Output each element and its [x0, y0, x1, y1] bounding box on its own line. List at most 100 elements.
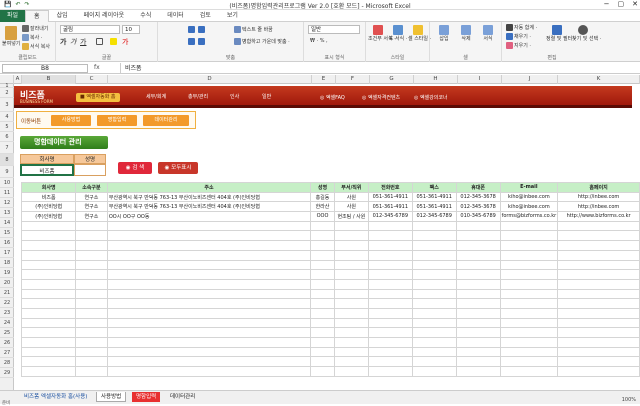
table-cell[interactable] [106, 307, 312, 319]
table-cell[interactable] [557, 288, 640, 300]
table-cell[interactable] [75, 327, 108, 338]
table-cell[interactable] [310, 288, 335, 300]
column-header-d[interactable]: D [108, 75, 312, 84]
table-cell[interactable] [75, 220, 108, 232]
table-cell[interactable] [499, 278, 559, 290]
table-cell[interactable] [411, 366, 457, 377]
table-cell[interactable]: forms@bizforms.co.kr [499, 211, 559, 222]
table-cell[interactable] [411, 220, 457, 232]
column-header-c[interactable]: C [76, 75, 108, 84]
table-cell[interactable] [310, 366, 335, 377]
table-cell[interactable] [367, 220, 413, 232]
row-header[interactable]: 21 [0, 288, 14, 298]
column-header-g[interactable]: G [370, 75, 414, 84]
table-cell[interactable] [106, 278, 312, 290]
table-cell[interactable] [21, 240, 77, 251]
row-header[interactable]: 12 [0, 198, 14, 208]
table-cell[interactable] [75, 317, 108, 329]
table-cell[interactable]: 사원 [333, 191, 369, 203]
table-cell[interactable] [557, 259, 640, 271]
autosum-button[interactable]: 자동 합계 · [506, 24, 537, 31]
bold-button[interactable]: 가 [60, 37, 66, 47]
format-cells-button[interactable]: 서식 [478, 25, 498, 42]
row-header[interactable]: 16 [0, 238, 14, 248]
table-cell[interactable] [106, 269, 312, 280]
table-cell[interactable] [411, 307, 457, 319]
table-cell[interactable] [310, 317, 335, 329]
table-cell[interactable] [333, 249, 369, 261]
row-header[interactable]: 19 [0, 268, 14, 278]
table-cell[interactable] [333, 337, 369, 348]
column-header-f[interactable]: F [336, 75, 370, 84]
table-cell[interactable] [310, 249, 335, 261]
table-cell[interactable] [455, 307, 501, 319]
table-cell[interactable]: OOO [310, 211, 335, 222]
row-header[interactable]: 5 [0, 122, 14, 132]
row-header[interactable]: 13 [0, 208, 14, 218]
table-cell[interactable]: http://www.bizforms.co.kr [557, 211, 640, 222]
table-cell[interactable] [367, 240, 413, 251]
table-cell[interactable] [310, 307, 335, 319]
table-cell[interactable] [455, 240, 501, 251]
table-cell[interactable]: 012-345-6789 [411, 211, 457, 222]
sheet-tab-data[interactable]: 데이터관리 [166, 392, 199, 402]
card-input-button[interactable]: 명함입력 [97, 115, 137, 126]
table-cell[interactable] [499, 346, 559, 358]
table-cell[interactable] [21, 288, 77, 300]
table-cell[interactable] [310, 220, 335, 232]
fx-icon[interactable]: fx [94, 64, 100, 71]
table-cell[interactable] [499, 240, 559, 251]
table-cell[interactable] [75, 307, 108, 319]
conditional-format-button[interactable]: 조건부 서식 · [368, 25, 396, 42]
show-all-button[interactable]: ◉ 모두표시 [158, 162, 198, 174]
table-cell[interactable]: kiho@inbee.com [499, 201, 559, 213]
row-header[interactable]: 27 [0, 348, 14, 358]
nav-tax-accounting[interactable]: 세무/회계 [142, 93, 170, 102]
data-manage-button[interactable]: 데이터관리 [143, 115, 189, 126]
table-cell[interactable] [333, 327, 369, 338]
row-header[interactable]: 20 [0, 278, 14, 288]
table-cell[interactable] [106, 240, 312, 251]
search-button[interactable]: ◉ 검 색 [118, 162, 152, 174]
table-cell[interactable]: 부산광역시 북구 만덕동 763-13 부산이노비즈센터 404호 (주)인비당… [106, 191, 312, 203]
table-cell[interactable] [411, 346, 457, 358]
search-name-input[interactable] [74, 164, 106, 176]
table-cell[interactable] [411, 298, 457, 309]
table-cell[interactable] [557, 269, 640, 280]
tab-insert[interactable]: 삽입 [49, 10, 76, 22]
align-top-button[interactable] [188, 26, 196, 33]
name-box[interactable]: B8 [2, 64, 88, 73]
row-header[interactable]: 22 [0, 298, 14, 308]
table-cell[interactable] [455, 327, 501, 338]
sheet-tab-input[interactable]: 명함입력 [132, 392, 161, 402]
table-cell[interactable] [499, 220, 559, 232]
merge-center-button[interactable]: 병합하고 가운데 맞춤 · [234, 38, 290, 45]
table-cell[interactable] [75, 230, 108, 242]
table-cell[interactable] [75, 337, 108, 348]
paste-button[interactable]: 붙여넣기 [2, 26, 20, 47]
table-cell[interactable]: 비즈폼 [21, 191, 77, 203]
table-cell[interactable] [21, 307, 77, 319]
table-cell[interactable] [557, 278, 640, 290]
table-cell[interactable] [455, 288, 501, 300]
italic-button[interactable]: 가 [70, 37, 76, 47]
table-cell[interactable] [455, 346, 501, 358]
table-cell[interactable] [455, 259, 501, 271]
table-cell[interactable] [106, 259, 312, 271]
table-cell[interactable] [367, 366, 413, 377]
table-cell[interactable] [367, 278, 413, 290]
underline-button[interactable]: 가 [80, 37, 86, 47]
table-cell[interactable] [411, 317, 457, 329]
table-cell[interactable] [106, 366, 312, 377]
table-cell[interactable] [557, 337, 640, 348]
row-header[interactable]: 3 [0, 98, 14, 112]
column-header-h[interactable]: H [414, 75, 458, 84]
insert-cells-button[interactable]: 삽입 [434, 25, 454, 42]
row-header[interactable]: 2 [0, 88, 14, 98]
table-cell[interactable] [455, 249, 501, 261]
table-cell[interactable] [310, 337, 335, 348]
table-format-button[interactable]: 표 서식 · [388, 25, 408, 42]
table-cell[interactable] [455, 366, 501, 377]
table-cell[interactable] [333, 230, 369, 242]
table-cell[interactable] [21, 337, 77, 348]
